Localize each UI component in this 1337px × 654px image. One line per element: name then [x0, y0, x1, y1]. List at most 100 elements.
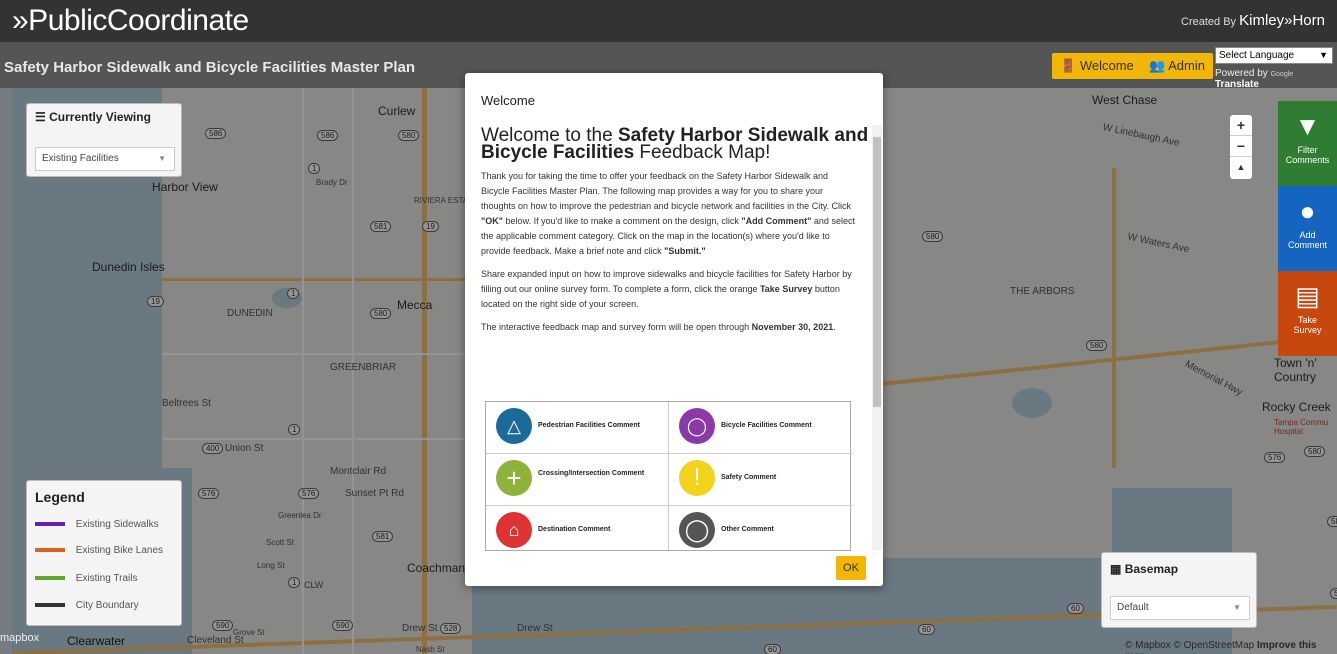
- powered-by-label: Powered by: [1215, 68, 1268, 79]
- basemap-select-value: Default: [1117, 602, 1149, 613]
- layer-select[interactable]: Existing Facilities ▼: [35, 147, 175, 171]
- admin-button-label: Admin: [1168, 58, 1205, 73]
- door-icon: 🚪: [1060, 58, 1077, 73]
- created-by[interactable]: Created By Kimley»Horn: [1181, 12, 1325, 29]
- legend-swatch: [35, 522, 65, 527]
- survey-paragraph: Share expanded input on how to improve s…: [481, 267, 859, 312]
- paragraph-text: .: [833, 322, 836, 332]
- legend-swatch: [35, 548, 65, 553]
- filter-icon: ▼: [1294, 111, 1321, 141]
- category-label: Bicycle Facilities Comment: [721, 422, 812, 429]
- google-logo: Google: [1270, 71, 1294, 78]
- category-label: Crossing/Intersection Comment: [538, 470, 645, 477]
- created-by-label: Created By: [1181, 16, 1237, 28]
- category-label: Safety Comment: [721, 474, 777, 481]
- compass-button[interactable]: ▲: [1230, 157, 1252, 178]
- category-label: Other Comment: [721, 526, 774, 533]
- basemap-panel: ▦ Basemap Default ▼: [1101, 552, 1257, 628]
- paragraph-bold: "Add Comment": [741, 216, 812, 226]
- mapbox-logo-text: mapbox: [0, 632, 40, 644]
- zoom-control: + − ▲: [1230, 115, 1252, 179]
- chevron-down-icon: ▼: [1233, 603, 1241, 612]
- category-crossing: + Crossing/Intersection Comment: [486, 454, 669, 506]
- paragraph-bold: November 30, 2021: [751, 322, 834, 332]
- modal-heading: Welcome to the Safety Harbor Sidewalk an…: [481, 126, 871, 163]
- map-icon: ▦: [1110, 562, 1122, 576]
- chevron-down-icon: ▼: [158, 154, 166, 163]
- welcome-button-label: Welcome: [1079, 58, 1134, 73]
- users-icon: 👥: [1149, 58, 1166, 73]
- take-survey-button[interactable]: ▤ Take Survey: [1278, 271, 1337, 356]
- paragraph-bold: "Submit.": [664, 246, 706, 256]
- top-bar: »PublicCoordinate Created By Kimley»Horn: [0, 0, 1337, 42]
- language-widget: Select Language ▼ Powered by Google Tran…: [1215, 47, 1335, 90]
- category-other: ◯ Other Comment: [669, 506, 852, 550]
- zoom-out-button[interactable]: −: [1230, 136, 1252, 157]
- language-select-value: Select Language: [1219, 50, 1295, 61]
- scrollbar-thumb[interactable]: [873, 137, 881, 407]
- bicycle-icon: ◯: [679, 408, 715, 444]
- comment-category-table: △ Pedestrian Facilities Comment ◯ Bicycl…: [485, 401, 852, 551]
- plan-title: Safety Harbor Sidewalk and Bicycle Facil…: [4, 59, 415, 76]
- publiccoordinate-logo[interactable]: »PublicCoordinate: [12, 4, 249, 38]
- layers-icon: ☰: [35, 110, 46, 124]
- intro-paragraph: Thank you for taking the time to offer y…: [481, 169, 859, 259]
- currently-viewing-panel: ☰ Currently Viewing Existing Facilities …: [26, 103, 182, 177]
- zoom-in-button[interactable]: +: [1230, 115, 1252, 136]
- filter-comments-button[interactable]: ▼ Filter Comments: [1278, 101, 1337, 186]
- add-comment-button[interactable]: ● Add Comment: [1278, 186, 1337, 271]
- modal-title: Welcome: [481, 93, 535, 108]
- category-pedestrian: △ Pedestrian Facilities Comment: [486, 402, 669, 454]
- ok-button[interactable]: OK: [836, 556, 866, 580]
- add-comment-label: Comment: [1287, 240, 1327, 250]
- legend-item: Existing Trails: [35, 573, 137, 584]
- basemap-label: Basemap: [1124, 562, 1179, 576]
- comment-icon: ●: [1299, 196, 1316, 226]
- category-label: Destination Comment: [538, 526, 611, 533]
- modal-scrollbar[interactable]: [872, 125, 882, 550]
- category-label: Pedestrian Facilities Comment: [538, 422, 640, 429]
- legend-label: Existing Bike Lanes: [75, 545, 164, 556]
- survey-icon: ▤: [1295, 281, 1320, 311]
- layer-select-value: Existing Facilities: [42, 153, 119, 164]
- legend-item: Existing Sidewalks: [35, 519, 159, 530]
- filter-comments-label: Filter: [1297, 145, 1318, 155]
- language-select[interactable]: Select Language ▼: [1215, 47, 1333, 64]
- category-safety: ! Safety Comment: [669, 454, 852, 506]
- category-bicycle: ◯ Bicycle Facilities Comment: [669, 402, 852, 454]
- heading-text: Feedback Map!: [634, 142, 771, 163]
- pedestrian-icon: △: [496, 408, 532, 444]
- deadline-paragraph: The interactive feedback map and survey …: [481, 320, 859, 335]
- legend-item: Existing Bike Lanes: [35, 545, 163, 556]
- legend-panel: Legend Existing Sidewalks Existing Bike …: [26, 480, 182, 626]
- basemap-select[interactable]: Default ▼: [1110, 596, 1250, 620]
- exclamation-icon: !: [679, 460, 715, 496]
- powered-by-google[interactable]: Powered by Google Translate: [1215, 68, 1335, 90]
- paragraph-text: Thank you for taking the time to offer y…: [481, 171, 852, 211]
- destination-icon: ⌂: [496, 512, 532, 548]
- currently-viewing-title: ☰ Currently Viewing: [27, 104, 181, 130]
- kimley-horn-logo: Kimley»Horn: [1239, 12, 1325, 29]
- mapbox-logo[interactable]: mapbox: [0, 632, 39, 644]
- welcome-modal: Welcome Welcome to the Safety Harbor Sid…: [465, 73, 883, 586]
- paragraph-bold: Take Survey: [759, 284, 813, 294]
- legend-swatch: [35, 603, 65, 608]
- basemap-title: ▦ Basemap: [1102, 553, 1256, 585]
- add-comment-label: Add: [1299, 230, 1316, 240]
- legend-label: Existing Trails: [75, 573, 138, 584]
- currently-viewing-label: Currently Viewing: [49, 110, 151, 124]
- paragraph-text: below. If you'd like to make a comment o…: [503, 216, 742, 226]
- admin-button[interactable]: 👥 Admin: [1141, 53, 1213, 79]
- paragraph-bold: "OK": [481, 216, 504, 226]
- take-survey-label: Take: [1297, 315, 1317, 325]
- welcome-button[interactable]: 🚪 Welcome: [1052, 53, 1142, 79]
- take-survey-label: Survey: [1293, 325, 1322, 335]
- chevron-down-icon: ▼: [1319, 50, 1328, 60]
- category-destination: ⌂ Destination Comment: [486, 506, 669, 550]
- legend-label: City Boundary: [75, 600, 139, 611]
- filter-comments-label: Comments: [1285, 155, 1330, 165]
- legend-title: Legend: [35, 489, 85, 505]
- circle-icon: ◯: [679, 512, 715, 548]
- plus-icon: +: [496, 460, 532, 496]
- legend-label: Existing Sidewalks: [75, 519, 159, 530]
